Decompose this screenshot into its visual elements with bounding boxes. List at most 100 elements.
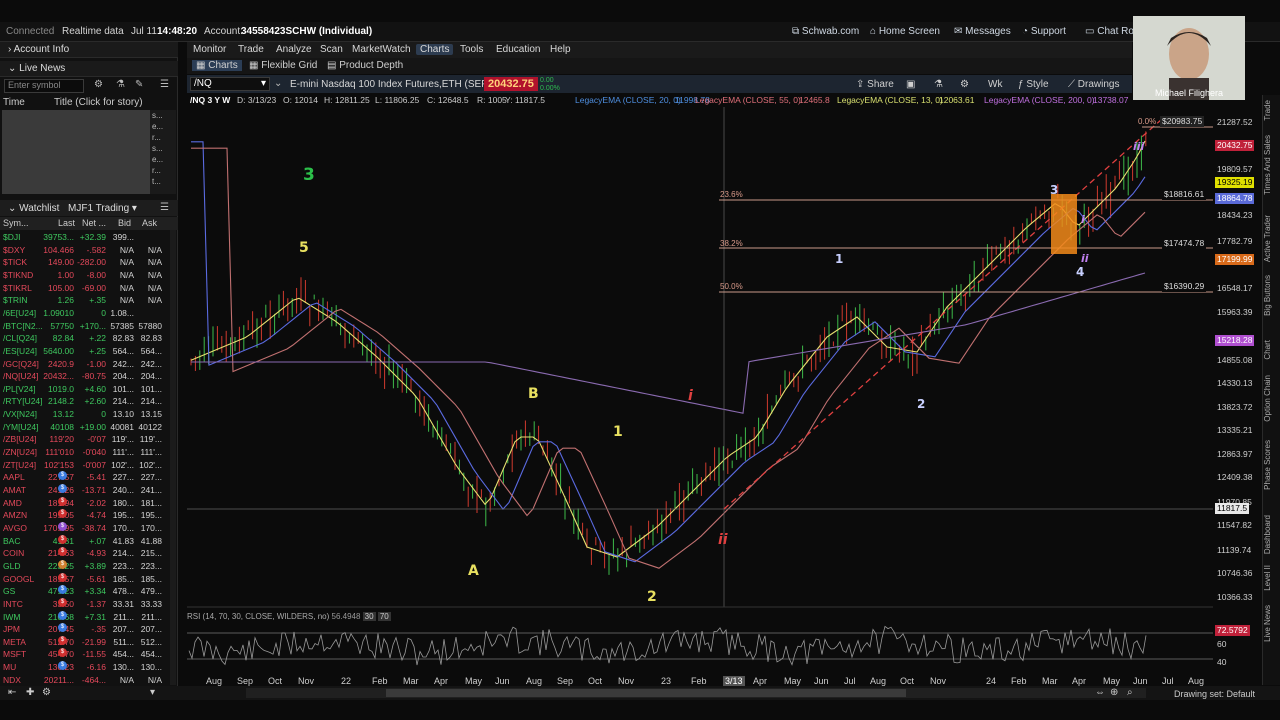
watchlist-row[interactable]: AVGO1705.95 -38.74 170... 170... $ xyxy=(0,521,168,535)
chat-link[interactable]: ▭ Chat Ro xyxy=(1085,26,1134,37)
tab-charts[interactable]: ▦ Charts xyxy=(192,60,242,71)
watchlist-row[interactable]: MU130.23-6.16130...130...$ xyxy=(0,661,168,674)
watchlist-row[interactable]: GS479.23+3.34478...479...$ xyxy=(0,585,168,598)
rail-tab[interactable]: Active Trader xyxy=(1263,215,1280,262)
dropdown-icon[interactable]: ▾ xyxy=(150,687,155,698)
watchlist-row[interactable]: AMZN195.05-4.74195...195...$ xyxy=(0,509,168,522)
add-icon[interactable]: ✚ xyxy=(26,687,34,698)
rail-tab[interactable]: Chart xyxy=(1263,340,1280,360)
menu-monitor[interactable]: Monitor xyxy=(193,44,226,55)
watchlist-row[interactable]: $TICK 149.00 -282.00 N/A N/A xyxy=(0,256,168,269)
watchlist-row[interactable]: /PL[V24] 1019.0 +4.60 101... 101... xyxy=(0,383,168,396)
menu-icon[interactable]: ☰ xyxy=(160,202,169,213)
timeframe-selector[interactable]: Wk xyxy=(988,79,1002,90)
home-screen-link[interactable]: ⌂ Home Screen xyxy=(870,26,940,37)
news-list[interactable] xyxy=(2,110,150,194)
collapse-icon[interactable]: ⇤ xyxy=(8,687,16,698)
news-symbol-input[interactable]: Enter symbol xyxy=(4,79,84,93)
watchlist-row[interactable]: /ZT[U24] 102'153 -0'007 102'... 102'... xyxy=(0,459,168,472)
ema13-label[interactable]: LegacyEMA (CLOSE, 13, 0) xyxy=(837,95,943,105)
gear-icon[interactable]: ⚙ xyxy=(960,79,969,90)
watchlist-row[interactable]: /RTY[U24] 2148.2 +2.60 214... 214... xyxy=(0,395,168,408)
rail-tab[interactable]: Level II xyxy=(1263,565,1280,591)
rail-tab[interactable]: Dashboard xyxy=(1263,515,1280,554)
watchlist-row[interactable]: GOOGL185.57-5.61185...185...$ xyxy=(0,572,168,586)
rail-tab[interactable]: Live News xyxy=(1263,605,1280,642)
ema20-label[interactable]: LegacyEMA (CLOSE, 20, 0) xyxy=(575,95,681,105)
account-info-header[interactable]: › Account Info xyxy=(0,42,178,58)
menu-help[interactable]: Help xyxy=(550,44,571,55)
flask-icon[interactable]: ⚗ xyxy=(934,79,943,90)
drawings-button[interactable]: ⟋ Drawings xyxy=(1068,79,1119,90)
col-ask[interactable]: Ask xyxy=(142,218,157,228)
col-bid[interactable]: Bid xyxy=(118,218,131,228)
chart-symbol-input[interactable]: /NQ ▾ xyxy=(190,77,270,91)
watchlist-row[interactable]: AAPL227.57-5.41227...227...$ xyxy=(0,471,168,484)
watchlist-selector[interactable]: MJF1 Trading ▾ xyxy=(68,203,137,214)
rail-tab[interactable]: Phase Scores xyxy=(1263,440,1280,490)
layout-icon[interactable]: ▣ xyxy=(906,79,915,90)
watchlist-row[interactable]: MSFT454.70-11.55454...454...$ xyxy=(0,648,168,661)
ema55-label[interactable]: LegacyEMA (CLOSE, 55, 0) xyxy=(695,95,801,105)
watchlist-row[interactable]: /YM[U24] 40108 +19.00 40081 40122 xyxy=(0,421,168,434)
watchlist-row[interactable]: JPM207.45-.35207...207...$ xyxy=(0,623,168,636)
menu-scan[interactable]: Scan xyxy=(320,44,343,55)
watchlist-row[interactable]: /BTC[N2... 57750 +170... 57385 57880 xyxy=(0,320,168,333)
col-symbol[interactable]: Sym... xyxy=(3,218,29,228)
account-selector[interactable]: 34558423SCHW (Individual) xyxy=(241,26,372,37)
schwab-link[interactable]: ⧉ Schwab.com xyxy=(792,26,859,37)
rail-tab[interactable]: Times And Sales xyxy=(1263,135,1280,195)
gear-icon[interactable]: ⚙ xyxy=(94,79,103,90)
style-button[interactable]: ƒ Style xyxy=(1018,79,1049,90)
share-button[interactable]: ⇪ Share xyxy=(856,79,894,90)
watchlist-row[interactable]: IWM 210.68 +7.31 211... 211... $ xyxy=(0,610,168,624)
menu-tools[interactable]: Tools xyxy=(460,44,483,55)
watchlist-row[interactable]: /VX[N24] 13.12 0 13.10 13.15 xyxy=(0,408,168,421)
watchlist-row[interactable]: /6E[U24] 1.09010 0 1.08... xyxy=(0,307,168,320)
support-link[interactable]: ◔ Support xyxy=(1022,26,1066,37)
watchlist-row[interactable]: $DXY 104.466 -.582 N/A N/A xyxy=(0,244,168,257)
scroll-thumb[interactable] xyxy=(386,689,906,697)
search-icon[interactable]: ⌕ xyxy=(1127,687,1133,698)
watchlist-row[interactable]: $TRIN 1.26 +.35 N/A N/A xyxy=(0,294,168,307)
watchlist-row[interactable]: INTC 33.50 -1.37 33.31 33.33 $ xyxy=(0,597,168,611)
watchlist-row[interactable]: META 512.70 -21.99 511... 512... $ xyxy=(0,635,168,649)
watchlist-row[interactable]: $DJI 39753... +32.39 399... xyxy=(0,231,168,244)
rail-tab[interactable]: Option Chain xyxy=(1263,375,1280,422)
filter-icon[interactable]: ⚗ xyxy=(116,79,125,90)
watchlist-row[interactable]: /ES[U24] 5640.00 +.25 564... 564... xyxy=(0,345,168,358)
rail-tab[interactable]: Big Buttons xyxy=(1263,275,1280,316)
watchlist-row[interactable]: $TIKND 1.00 -8.00 N/A N/A xyxy=(0,269,168,282)
drawing-set-selector[interactable]: Drawing set: Default xyxy=(1174,689,1255,699)
watchlist-row[interactable]: AMD 181.94 -2.02 180... 181... $ xyxy=(0,496,168,510)
chart-scrollbar[interactable] xyxy=(246,688,1146,698)
watchlist-row[interactable]: /NQ[U24] 20432... -80.75 204... 204... xyxy=(0,370,168,383)
rail-tab[interactable]: Trade xyxy=(1263,100,1280,121)
live-news-header[interactable]: ⌄ Live News xyxy=(0,61,178,77)
watchlist-row[interactable]: $TIKRL 105.00 -69.00 N/A N/A xyxy=(0,282,168,295)
news-title-column[interactable]: Title (Click for story) xyxy=(54,97,143,108)
menu-marketwatch[interactable]: MarketWatch xyxy=(352,44,411,55)
watchlist-row[interactable]: NDX 20211... -464... N/A N/A xyxy=(0,674,168,687)
watchlist-row[interactable]: /ZN[U24] 111'010 -0'040 111'... 111'... xyxy=(0,446,168,459)
menu-analyze[interactable]: Analyze xyxy=(276,44,312,55)
gear-icon[interactable]: ⚙ xyxy=(42,687,51,698)
rsi-header[interactable]: RSI (14, 70, 30, CLOSE, WILDERS, no) 56.… xyxy=(187,612,391,621)
watchlist-scrollbar[interactable] xyxy=(170,230,176,685)
zoom-icon[interactable]: ⊕ xyxy=(1110,687,1118,698)
col-last[interactable]: Last xyxy=(58,218,75,228)
watchlist-row[interactable]: COIN214.63-4.93214...215...$ xyxy=(0,547,168,560)
watchlist-row[interactable]: AMAT 241.26 -13.71 240... 241... $ xyxy=(0,484,168,497)
watchlist-row[interactable]: /GC[Q24] 2420.9 -1.00 242... 242... xyxy=(0,358,168,371)
news-time-column[interactable]: Time xyxy=(3,97,25,108)
menu-icon[interactable]: ☰ xyxy=(160,79,169,90)
messages-link[interactable]: ✉ Messages xyxy=(954,26,1011,37)
price-chart[interactable] xyxy=(187,107,1213,677)
ema200-label[interactable]: LegacyEMA (CLOSE, 200, 0) xyxy=(984,95,1095,105)
watchlist-row[interactable]: /ZB[U24] 119'20 -0'07 119'... 119'... xyxy=(0,433,168,446)
watchlist-row[interactable]: /CL[Q24] 82.84 +.22 82.83 82.83 xyxy=(0,332,168,345)
watchlist-row[interactable]: GLD 223.25 +3.89 223... 223... $ xyxy=(0,559,168,573)
tab-flexible-grid[interactable]: ▦ Flexible Grid xyxy=(249,60,317,71)
menu-education[interactable]: Education xyxy=(496,44,540,55)
tab-product-depth[interactable]: ▤ Product Depth xyxy=(327,60,403,71)
